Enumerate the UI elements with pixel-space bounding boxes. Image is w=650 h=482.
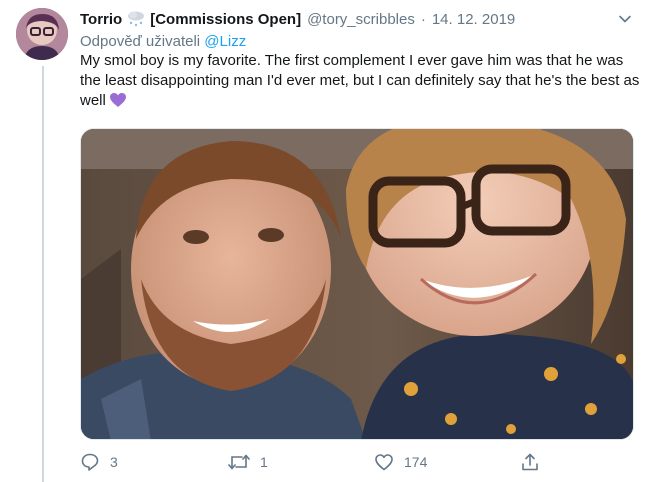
avatar-image [16,8,68,60]
tweet-text: My smol boy is my favorite. The first co… [80,51,640,111]
reply-button[interactable]: 3 [80,450,118,474]
tweet-date[interactable]: 14. 12. 2019 [432,11,515,28]
thread-line [42,66,44,482]
like-button[interactable]: 174 [374,450,427,474]
retweet-icon [228,454,250,470]
heart-icon [375,454,393,471]
reply-icon [81,453,99,471]
tweet-body: My smol boy is my favorite. The first co… [80,52,640,109]
retweet-button[interactable]: 1 [228,450,268,474]
retweet-count: 1 [260,454,268,470]
reply-count: 3 [110,454,118,470]
reply-mention-link[interactable]: @Lizz [204,33,246,50]
reply-context: Odpověď uživateli @Lizz [80,33,246,50]
chevron-down-icon[interactable] [616,10,634,28]
tweet-photo[interactable] [80,128,634,440]
tweet-header: Torrio [Commissions Open] @tory_scribble… [80,8,636,30]
share-icon [522,453,538,471]
user-handle[interactable]: @tory_scribbles [307,11,415,28]
photo-image [81,129,633,439]
display-name-suffix[interactable]: [Commissions Open] [150,11,301,28]
cloud-snow-icon [126,10,146,28]
share-button[interactable] [520,450,550,474]
tweet-actions: 3 1 174 [80,450,550,474]
reply-prefix: Odpověď uživateli [80,33,201,50]
avatar[interactable] [16,8,68,60]
display-name[interactable]: Torrio [80,11,122,28]
purple-heart-icon [109,92,127,108]
separator-dot: · [420,10,426,28]
like-count: 174 [404,454,428,470]
